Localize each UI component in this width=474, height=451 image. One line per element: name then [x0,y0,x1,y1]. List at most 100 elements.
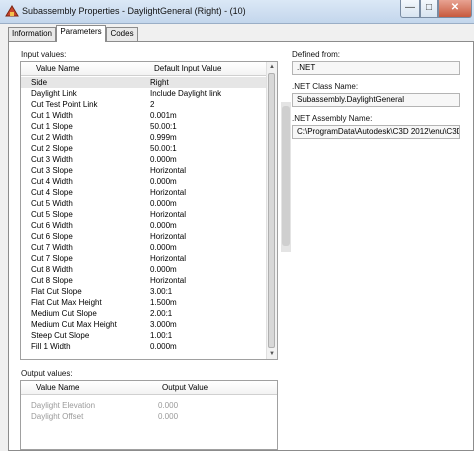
table-row[interactable]: Cut Test Point Link 2 [21,99,269,110]
minimize-button[interactable]: — [400,0,420,18]
row-value-name: Medium Cut Max Height [31,320,117,329]
column-header-default-input-value[interactable]: Default Input Value [154,64,221,73]
row-value[interactable]: 2.00:1 [150,308,172,319]
row-value[interactable]: 0.000 [158,411,178,422]
table-row[interactable]: Daylight Elevation 0.000 [21,400,269,411]
row-value[interactable]: 1.00:1 [150,330,172,341]
table-row[interactable]: Cut 3 Slope Horizontal [21,165,269,176]
table-row[interactable]: Medium Cut Slope 2.00:1 [21,308,269,319]
table-row[interactable]: Side Right [21,77,269,88]
output-grid-header: Value Name Output Value [21,381,277,395]
table-row[interactable]: Cut 8 Width 0.000m [21,264,269,275]
table-row[interactable]: Cut 8 Slope Horizontal [21,275,269,286]
row-value[interactable]: Include Daylight link [150,88,221,99]
table-row[interactable]: Cut 7 Slope Horizontal [21,253,269,264]
maximize-button[interactable]: □ [420,0,438,18]
row-value[interactable]: 3.00:1 [150,286,172,297]
row-value[interactable]: 0.000m [150,176,177,187]
row-value-name: Cut 7 Width [31,243,73,252]
row-value-name: Cut 6 Slope [31,232,73,241]
scroll-down-arrow-icon[interactable]: ▼ [267,349,277,359]
row-value-name: Medium Cut Slope [31,309,97,318]
input-grid-scrollbar[interactable]: ▲ ▼ [266,62,277,359]
row-value[interactable]: Horizontal [150,165,186,176]
parameters-panel: Input values: Value Name Default Input V… [8,41,474,451]
table-row[interactable]: Cut 4 Slope Horizontal [21,187,269,198]
table-row[interactable]: Cut 2 Slope 50.00:1 [21,143,269,154]
table-row[interactable]: Daylight Offset 0.000 [21,411,269,422]
tab-codes[interactable]: Codes [106,27,138,41]
table-row[interactable]: Cut 1 Width 0.001m [21,110,269,121]
panel-splitter[interactable] [281,102,291,252]
column-header-output-value[interactable]: Output Value [162,383,208,392]
scroll-up-arrow-icon[interactable]: ▲ [267,62,277,72]
table-row[interactable]: Cut 5 Slope Horizontal [21,209,269,220]
assembly-name-field[interactable]: C:\ProgramData\Autodesk\C3D 2012\enu\C3D… [292,125,460,139]
row-value-name: Side [31,78,48,87]
table-row[interactable]: Cut 1 Slope 50.00:1 [21,121,269,132]
class-name-field[interactable]: Subassembly.DaylightGeneral [292,93,460,107]
splitter-grip[interactable] [282,106,290,246]
row-value-name: Flat Cut Max Height [31,298,102,307]
row-value-name: Cut Test Point Link [31,100,98,109]
row-value[interactable]: Horizontal [150,187,186,198]
class-name-label: .NET Class Name: [292,82,359,91]
row-value-name: Cut 4 Slope [31,188,73,197]
input-grid-header: Value Name Default Input Value [21,62,277,76]
row-value[interactable]: 0.000m [150,198,177,209]
scroll-thumb[interactable] [268,73,275,348]
row-value-name: Daylight Link [31,89,77,98]
row-value[interactable]: Horizontal [150,275,186,286]
input-values-grid[interactable]: Value Name Default Input Value Side Right… [20,61,278,360]
table-row[interactable]: Cut 3 Width 0.000m [21,154,269,165]
table-row[interactable]: Fill 1 Width 0.000m [21,341,269,352]
table-row[interactable]: Flat Cut Slope 3.00:1 [21,286,269,297]
title-bar[interactable]: Subassembly Properties - DaylightGeneral… [0,0,474,24]
row-value[interactable]: 50.00:1 [150,143,177,154]
row-value-name: Daylight Offset [31,412,84,421]
close-button[interactable]: ✕ [438,0,472,18]
row-value[interactable]: 1.500m [150,297,177,308]
row-value[interactable]: 0.000m [150,341,177,352]
tab-information[interactable]: Information [8,27,56,41]
app-icon [5,5,19,17]
table-row[interactable]: Cut 7 Width 0.000m [21,242,269,253]
row-value-name: Cut 5 Slope [31,210,73,219]
row-value-name: Cut 8 Slope [31,276,73,285]
table-row[interactable]: Cut 4 Width 0.000m [21,176,269,187]
output-values-grid[interactable]: Value Name Output Value Daylight Elevati… [20,380,278,450]
table-row[interactable]: Daylight Link Include Daylight link [21,88,269,99]
row-value[interactable]: 2 [150,99,154,110]
column-header-value-name[interactable]: Value Name [36,64,79,73]
row-value[interactable]: 0.001m [150,110,177,121]
row-value[interactable]: Horizontal [150,209,186,220]
window-title: Subassembly Properties - DaylightGeneral… [22,6,246,16]
table-row[interactable]: Cut 6 Width 0.000m [21,220,269,231]
table-row[interactable]: Medium Cut Max Height 3.000m [21,319,269,330]
tab-parameters[interactable]: Parameters [56,25,106,42]
row-value-name: Cut 4 Width [31,177,73,186]
row-value[interactable]: 0.000m [150,264,177,275]
table-row[interactable]: Flat Cut Max Height 1.500m [21,297,269,308]
row-value-name: Cut 3 Slope [31,166,73,175]
row-value-name: Cut 7 Slope [31,254,73,263]
row-value[interactable]: Horizontal [150,231,186,242]
table-row[interactable]: Steep Cut Slope 1.00:1 [21,330,269,341]
row-value[interactable]: Horizontal [150,253,186,264]
defined-from-label: Defined from: [292,50,341,59]
row-value[interactable]: 0.000 [158,400,178,411]
row-value[interactable]: 0.000m [150,220,177,231]
column-header-output-value-name[interactable]: Value Name [36,383,79,392]
row-value[interactable]: 0.999m [150,132,177,143]
row-value[interactable]: 3.000m [150,319,177,330]
row-value[interactable]: Right [150,77,169,88]
table-row[interactable]: Cut 6 Slope Horizontal [21,231,269,242]
table-row[interactable]: Cut 2 Width 0.999m [21,132,269,143]
row-value-name: Cut 2 Slope [31,144,73,153]
row-value[interactable]: 0.000m [150,154,177,165]
row-value-name: Cut 8 Width [31,265,73,274]
row-value[interactable]: 50.00:1 [150,121,177,132]
defined-from-field[interactable]: .NET [292,61,460,75]
table-row[interactable]: Cut 5 Width 0.000m [21,198,269,209]
row-value[interactable]: 0.000m [150,242,177,253]
